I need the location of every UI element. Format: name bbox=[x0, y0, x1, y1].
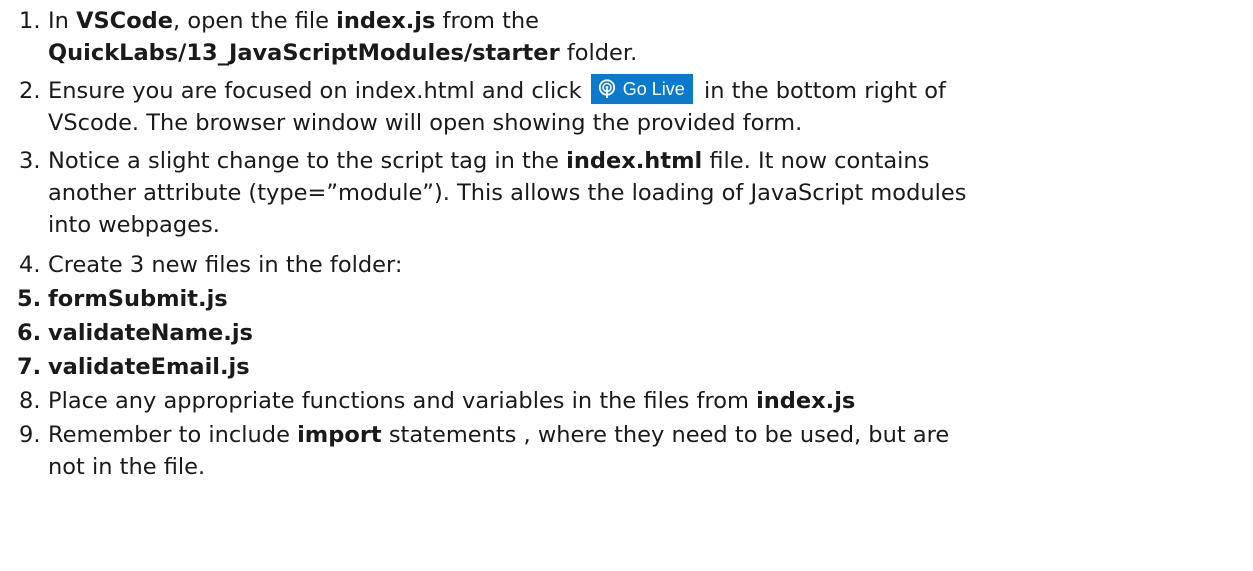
broadcast-icon bbox=[598, 79, 615, 98]
step-text: Notice a slight change to the script tag… bbox=[48, 148, 567, 174]
file-name: formSubmit.js bbox=[48, 286, 228, 312]
step-number: 1. bbox=[19, 8, 41, 34]
list-item-step-9: 9. Remember to include import statements… bbox=[0, 419, 1253, 483]
list-item-step-1: 1. In VSCode, open the file index.js fro… bbox=[0, 5, 1253, 69]
step-text: In bbox=[48, 8, 77, 34]
step-number: 8. bbox=[19, 388, 41, 414]
folder-path: QuickLabs/13_JavaScriptModules/starter bbox=[48, 40, 560, 66]
step-text: in the bottom right of bbox=[696, 78, 946, 104]
instructions-document: 1. In VSCode, open the file index.js fro… bbox=[0, 5, 1253, 571]
step-number: 6. bbox=[17, 320, 42, 346]
file-name: index.js bbox=[336, 8, 436, 34]
list-item-step-7: 7. validateEmail.js bbox=[0, 351, 1253, 383]
step-text: Place any appropriate functions and vari… bbox=[48, 388, 757, 414]
step-text: another attribute (type=”module”). This … bbox=[48, 180, 967, 206]
list-item-step-8: 8. Place any appropriate functions and v… bbox=[0, 385, 1253, 417]
step-text: folder. bbox=[559, 40, 638, 66]
file-name: validateName.js bbox=[48, 320, 253, 346]
list-item-step-4: 4. Create 3 new files in the folder: bbox=[0, 249, 1253, 281]
go-live-button[interactable]: Go Live bbox=[590, 73, 693, 104]
step-number: 4. bbox=[19, 252, 41, 278]
step-text: Remember to include bbox=[48, 422, 298, 448]
step-text: not in the file. bbox=[48, 454, 206, 480]
keyword: import bbox=[297, 422, 382, 448]
step-number: 3. bbox=[19, 148, 41, 174]
instruction-list: 1. In VSCode, open the file index.js fro… bbox=[0, 5, 1253, 483]
step-text: Create 3 new files in the folder: bbox=[48, 252, 403, 278]
list-item-step-6: 6. validateName.js bbox=[0, 317, 1253, 349]
app-name: VSCode bbox=[76, 8, 174, 34]
go-live-label: Go Live bbox=[622, 78, 685, 99]
file-name: validateEmail.js bbox=[48, 354, 250, 380]
step-number: 5. bbox=[17, 286, 42, 312]
list-item-step-5: 5. formSubmit.js bbox=[0, 283, 1253, 315]
file-name: index.html bbox=[566, 148, 703, 174]
step-text: , open the file bbox=[173, 8, 337, 34]
step-text: Ensure you are focused on index.html and… bbox=[48, 78, 589, 104]
step-text: from the bbox=[435, 8, 539, 34]
step-number: 2. bbox=[19, 78, 41, 104]
step-number: 9. bbox=[19, 422, 41, 448]
step-text: VScode. The browser window will open sho… bbox=[48, 110, 803, 136]
step-number: 7. bbox=[17, 354, 42, 380]
step-text: file. It now contains bbox=[702, 148, 930, 174]
file-name: index.js bbox=[756, 388, 856, 414]
step-text: statements , where they need to be used,… bbox=[381, 422, 950, 448]
list-item-step-2: 2. Ensure you are focused on index.html … bbox=[0, 73, 1253, 139]
list-item-step-3: 3. Notice a slight change to the script … bbox=[0, 145, 1253, 241]
step-text: into webpages. bbox=[48, 212, 220, 238]
